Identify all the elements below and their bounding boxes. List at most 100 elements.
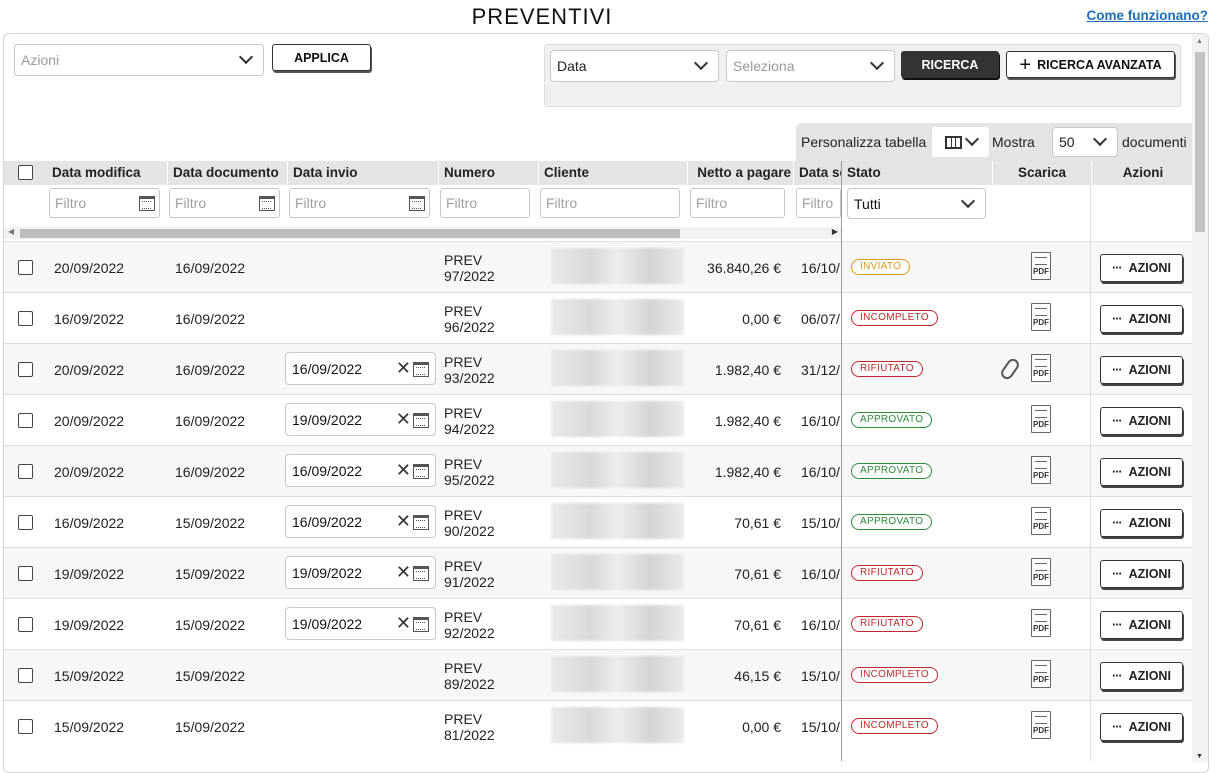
filter-placeholder: Filtro <box>696 195 728 211</box>
row-actions-button[interactable]: ··· AZIONI <box>1100 356 1183 384</box>
row-checkbox[interactable] <box>18 617 33 632</box>
clear-icon[interactable]: ✕ <box>396 460 411 481</box>
bulk-actions-select[interactable]: Azioni <box>14 44 264 76</box>
row-actions-button[interactable]: ··· AZIONI <box>1100 560 1183 588</box>
pdf-download-icon[interactable]: PDF <box>1031 711 1051 739</box>
clear-icon[interactable]: ✕ <box>396 409 411 430</box>
main-panel: Azioni APPLICA Data Seleziona RICERCA + … <box>3 33 1209 773</box>
table-row: 20/09/2022 16/09/2022 PREV 97/2022 36.840,26… <box>4 241 1194 292</box>
help-link[interactable]: Come funzionano? <box>1087 8 1209 23</box>
cell-data-scadenza: 16/10/ <box>801 412 840 429</box>
col-data-documento[interactable]: Data documento <box>167 161 287 185</box>
scroll-right-icon[interactable]: ▶ <box>832 227 838 236</box>
row-actions-button[interactable]: ··· AZIONI <box>1100 611 1183 639</box>
scrollbar-thumb[interactable] <box>1195 52 1205 232</box>
table-row: 19/09/2022 15/09/2022 19/09/2022 ✕ PREV 91/20… <box>4 547 1194 598</box>
select-all-checkbox[interactable] <box>18 165 33 180</box>
date-sent-input[interactable]: 16/09/2022 ✕ <box>285 454 436 487</box>
calendar-icon[interactable] <box>409 195 425 211</box>
apply-button[interactable]: APPLICA <box>272 44 371 71</box>
row-checkbox[interactable] <box>18 566 33 581</box>
more-icon: ··· <box>1112 516 1122 530</box>
cell-data-documento: 16/09/2022 <box>175 310 246 327</box>
pdf-download-icon[interactable]: PDF <box>1031 303 1051 331</box>
search-value-select[interactable]: Seleziona <box>726 50 895 82</box>
row-checkbox[interactable] <box>18 311 33 326</box>
filter-data-invio[interactable]: Filtro <box>289 188 430 218</box>
search-field-select[interactable]: Data <box>550 50 719 82</box>
date-sent-input[interactable]: 16/09/2022 ✕ <box>285 505 436 538</box>
row-checkbox[interactable] <box>18 668 33 683</box>
row-actions-button[interactable]: ··· AZIONI <box>1100 713 1183 741</box>
search-button[interactable]: RICERCA <box>901 51 999 78</box>
clear-icon[interactable]: ✕ <box>396 358 411 379</box>
clear-icon[interactable]: ✕ <box>396 511 411 532</box>
col-data-modifica[interactable]: Data modifica <box>47 161 168 185</box>
col-cliente[interactable]: Cliente <box>538 161 687 185</box>
filter-numero[interactable]: Filtro <box>440 188 530 218</box>
attachment-icon[interactable] <box>998 356 1022 382</box>
clear-icon[interactable]: ✕ <box>396 613 411 634</box>
col-numero[interactable]: Numero <box>438 161 538 185</box>
pdf-download-icon[interactable]: PDF <box>1031 354 1051 382</box>
pdf-download-icon[interactable]: PDF <box>1031 660 1051 688</box>
pdf-download-icon[interactable]: PDF <box>1031 609 1051 637</box>
cell-data-documento: 16/09/2022 <box>175 361 246 378</box>
calendar-icon[interactable] <box>413 515 429 530</box>
row-actions-button[interactable]: ··· AZIONI <box>1100 254 1183 282</box>
row-actions-button[interactable]: ··· AZIONI <box>1100 458 1183 486</box>
pdf-download-icon[interactable]: PDF <box>1031 507 1051 535</box>
clear-icon[interactable]: ✕ <box>396 562 411 583</box>
pdf-download-icon[interactable]: PDF <box>1031 405 1051 433</box>
filter-data-scadenza[interactable]: Filtro <box>796 188 841 218</box>
scroll-down-icon[interactable]: ▼ <box>1196 753 1203 760</box>
col-data-scadenza[interactable]: Data scadenza <box>793 161 841 185</box>
row-actions-button[interactable]: ··· AZIONI <box>1100 407 1183 435</box>
col-netto[interactable]: Netto a pagare <box>687 161 793 185</box>
row-checkbox[interactable] <box>18 413 33 428</box>
date-sent-input[interactable]: 19/09/2022 ✕ <box>285 556 436 589</box>
scroll-up-icon[interactable]: ▲ <box>1196 38 1203 45</box>
filter-data-documento[interactable]: Filtro <box>169 188 280 218</box>
calendar-icon[interactable] <box>413 413 429 428</box>
date-sent-value: 19/09/2022 <box>292 411 363 428</box>
filter-stato-select[interactable]: Tutti <box>847 188 986 219</box>
date-sent-input[interactable]: 16/09/2022 ✕ <box>285 352 436 385</box>
row-actions-button[interactable]: ··· AZIONI <box>1100 305 1183 333</box>
row-checkbox[interactable] <box>18 260 33 275</box>
scrollbar-thumb[interactable] <box>20 229 680 238</box>
filter-data-modifica[interactable]: Filtro <box>49 188 160 218</box>
col-stato[interactable]: Stato <box>842 161 992 185</box>
calendar-icon[interactable] <box>139 195 155 211</box>
row-checkbox[interactable] <box>18 362 33 377</box>
date-sent-input[interactable]: 19/09/2022 ✕ <box>285 403 436 436</box>
cell-data-documento: 15/09/2022 <box>175 667 246 684</box>
calendar-icon[interactable] <box>259 195 275 211</box>
page-size-select[interactable]: 50 <box>1052 127 1118 157</box>
pdf-download-icon[interactable]: PDF <box>1031 456 1051 484</box>
pdf-download-icon[interactable]: PDF <box>1031 252 1051 280</box>
row-actions-label: AZIONI <box>1128 414 1171 428</box>
calendar-icon[interactable] <box>413 464 429 479</box>
row-checkbox[interactable] <box>18 515 33 530</box>
row-actions-button[interactable]: ··· AZIONI <box>1100 509 1183 537</box>
columns-toggle[interactable] <box>932 127 989 157</box>
advanced-search-button[interactable]: + RICERCA AVANZATA <box>1006 51 1175 78</box>
row-actions-button[interactable]: ··· AZIONI <box>1100 662 1183 690</box>
search-value-placeholder: Seleziona <box>733 58 795 74</box>
vertical-scrollbar[interactable]: ▲ ▼ <box>1192 34 1208 762</box>
filter-cliente[interactable]: Filtro <box>540 188 680 218</box>
col-data-invio[interactable]: Data invio <box>287 161 438 185</box>
calendar-icon[interactable] <box>413 617 429 632</box>
scroll-left-icon[interactable]: ◀ <box>8 227 14 236</box>
date-sent-input[interactable]: 19/09/2022 ✕ <box>285 607 436 640</box>
pdf-download-icon[interactable]: PDF <box>1031 558 1051 586</box>
calendar-icon[interactable] <box>413 566 429 581</box>
row-checkbox[interactable] <box>18 464 33 479</box>
filter-netto[interactable]: Filtro <box>690 188 785 218</box>
calendar-icon[interactable] <box>413 362 429 377</box>
horizontal-scrollbar[interactable]: ◀ ▶ <box>4 227 842 239</box>
cell-numero: PREV 97/2022 <box>444 251 495 284</box>
row-checkbox[interactable] <box>18 719 33 734</box>
customize-label: Personalizza tabella <box>801 134 927 150</box>
